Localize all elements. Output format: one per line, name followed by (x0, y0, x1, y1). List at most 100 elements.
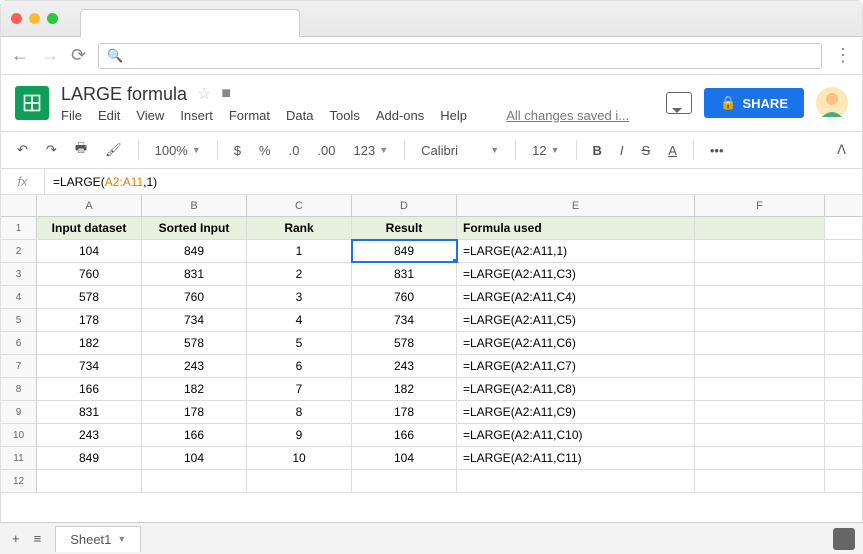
cell[interactable]: 243 (37, 424, 142, 446)
cell[interactable]: 5 (247, 332, 352, 354)
cell[interactable]: 243 (142, 355, 247, 377)
menu-data[interactable]: Data (286, 108, 313, 123)
row-header[interactable]: 12 (1, 470, 37, 492)
cell[interactable] (695, 401, 825, 423)
browser-tab[interactable] (80, 9, 300, 37)
print-icon[interactable]: 🖶 (69, 135, 93, 165)
cell[interactable]: 182 (352, 378, 457, 400)
cell[interactable]: 243 (352, 355, 457, 377)
cell[interactable]: 178 (352, 401, 457, 423)
row-header[interactable]: 1 (1, 217, 37, 239)
cell[interactable]: Input dataset (37, 217, 142, 239)
row-header[interactable]: 11 (1, 447, 37, 469)
cell[interactable]: 2 (247, 263, 352, 285)
cell[interactable]: =LARGE(A2:A11,C8) (457, 378, 695, 400)
undo-icon[interactable]: ↶ (11, 138, 34, 162)
italic-icon[interactable]: I (614, 139, 630, 162)
cell[interactable]: 104 (352, 447, 457, 469)
cell[interactable]: 849 (352, 240, 457, 262)
font-size-dropdown[interactable]: 12▼ (526, 139, 565, 162)
cell[interactable]: 760 (37, 263, 142, 285)
cell[interactable]: =LARGE(A2:A11,C9) (457, 401, 695, 423)
cell[interactable]: 3 (247, 286, 352, 308)
more-icon[interactable]: ••• (704, 139, 730, 162)
cell[interactable]: 10 (247, 447, 352, 469)
cell[interactable]: 166 (37, 378, 142, 400)
row-header[interactable]: 6 (1, 332, 37, 354)
percent-icon[interactable]: % (253, 139, 277, 162)
cell[interactable]: 1 (247, 240, 352, 262)
paint-format-icon[interactable]: 🖌 (99, 138, 128, 162)
cell[interactable] (695, 424, 825, 446)
col-header[interactable]: D (352, 195, 457, 216)
window-minimize-icon[interactable] (29, 13, 40, 24)
sheet-tab[interactable]: Sheet1▼ (55, 526, 141, 552)
cell[interactable] (695, 286, 825, 308)
cell[interactable]: Sorted Input (142, 217, 247, 239)
sheets-logo-icon[interactable] (15, 86, 49, 120)
col-header[interactable]: E (457, 195, 695, 216)
strikethrough-icon[interactable]: S (636, 139, 657, 162)
cell[interactable] (695, 447, 825, 469)
cell[interactable]: 734 (37, 355, 142, 377)
cell[interactable]: =LARGE(A2:A11,C6) (457, 332, 695, 354)
cell[interactable]: 104 (142, 447, 247, 469)
cell[interactable] (695, 378, 825, 400)
window-close-icon[interactable] (11, 13, 22, 24)
cell[interactable]: =LARGE(A2:A11,1) (457, 240, 695, 262)
cell[interactable] (695, 355, 825, 377)
cell[interactable]: 760 (142, 286, 247, 308)
cell[interactable]: 4 (247, 309, 352, 331)
cell[interactable]: 166 (352, 424, 457, 446)
cell[interactable] (695, 309, 825, 331)
row-header[interactable]: 8 (1, 378, 37, 400)
menu-edit[interactable]: Edit (98, 108, 120, 123)
reload-icon[interactable]: ⟳ (71, 45, 86, 66)
all-sheets-icon[interactable]: ≡ (34, 531, 42, 546)
cell[interactable] (142, 470, 247, 492)
cell[interactable]: =LARGE(A2:A11,C10) (457, 424, 695, 446)
cell[interactable]: =LARGE(A2:A11,C4) (457, 286, 695, 308)
cell[interactable] (695, 332, 825, 354)
menu-help[interactable]: Help (440, 108, 467, 123)
cell[interactable]: 831 (142, 263, 247, 285)
row-header[interactable]: 4 (1, 286, 37, 308)
row-header[interactable]: 2 (1, 240, 37, 262)
cell[interactable]: 166 (142, 424, 247, 446)
cell[interactable]: 182 (142, 378, 247, 400)
star-icon[interactable]: ☆ (197, 84, 211, 104)
cell[interactable]: 7 (247, 378, 352, 400)
col-header[interactable]: F (695, 195, 825, 216)
collapse-toolbar-icon[interactable]: ᐱ (831, 138, 852, 162)
cell[interactable]: =LARGE(A2:A11,C11) (457, 447, 695, 469)
cell[interactable] (352, 470, 457, 492)
window-maximize-icon[interactable] (47, 13, 58, 24)
bold-icon[interactable]: B (587, 139, 608, 162)
cell[interactable]: 578 (142, 332, 247, 354)
row-header[interactable]: 3 (1, 263, 37, 285)
cell[interactable] (695, 240, 825, 262)
cell[interactable] (457, 470, 695, 492)
formula-input[interactable]: =LARGE(A2:A11,1) (45, 175, 165, 189)
cell[interactable]: 578 (352, 332, 457, 354)
currency-icon[interactable]: $ (228, 139, 247, 162)
cell[interactable]: 8 (247, 401, 352, 423)
menu-insert[interactable]: Insert (180, 108, 213, 123)
decrease-decimal-icon[interactable]: .0 (283, 139, 306, 162)
col-header[interactable]: C (247, 195, 352, 216)
cell[interactable]: 178 (37, 309, 142, 331)
cell[interactable] (695, 263, 825, 285)
number-format-dropdown[interactable]: 123▼ (348, 139, 395, 162)
cell[interactable]: 6 (247, 355, 352, 377)
cell[interactable]: 734 (142, 309, 247, 331)
col-header[interactable]: B (142, 195, 247, 216)
cell[interactable]: =LARGE(A2:A11,C3) (457, 263, 695, 285)
cell[interactable]: 578 (37, 286, 142, 308)
cell[interactable]: 831 (352, 263, 457, 285)
menu-icon[interactable]: ⋮ (834, 45, 852, 66)
menu-tools[interactable]: Tools (329, 108, 359, 123)
cell[interactable]: 849 (37, 447, 142, 469)
cell[interactable]: 178 (142, 401, 247, 423)
folder-icon[interactable]: ■ (221, 85, 231, 103)
menu-view[interactable]: View (136, 108, 164, 123)
